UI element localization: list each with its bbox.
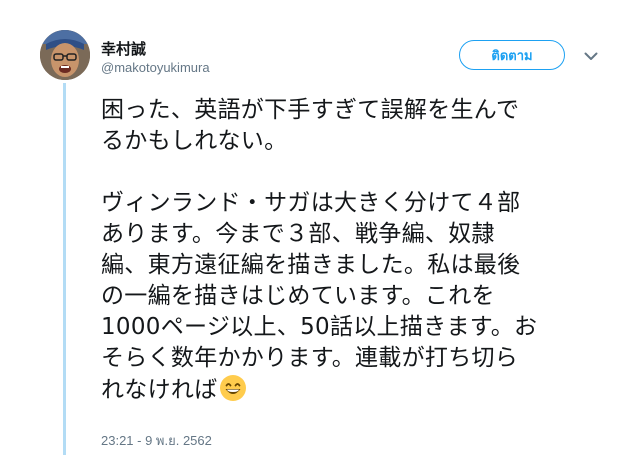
tweet-line: 困った、英語が下手すぎて誤解を生んで: [101, 97, 520, 123]
more-options-button[interactable]: [581, 46, 601, 66]
tweet-text: 困った、英語が下手すぎて誤解を生んで るかもしれない。 ヴィンランド・サガは大き…: [101, 95, 601, 406]
tweet-line: れなければ: [101, 377, 218, 403]
author-display-name[interactable]: 幸村誠: [101, 38, 146, 59]
tweet-timestamp[interactable]: 23:21 - 9 พ.ย. 2562: [101, 430, 212, 451]
tweet-line: 編、東方遠征編を描きました。私は最後: [101, 252, 521, 278]
follow-button[interactable]: ติดตาม: [459, 40, 565, 70]
thread-line: [63, 83, 66, 455]
tweet-last-line: れなければ: [101, 374, 601, 406]
tweet-line: 1000ページ以上、50話以上描きます。お: [101, 314, 538, 340]
tweet-line: の一編を描きはじめています。これを: [101, 283, 495, 309]
tweet-card: 幸村誠 @makotoyukimura ติดตาม 困った、英語が下手すぎて誤…: [0, 0, 640, 455]
tweet-line: そらく数年かかります。連載が打ち切ら: [101, 345, 519, 371]
tweet-line: あります。今まで３部、戦争編、奴隷: [101, 221, 495, 247]
chevron-down-icon: [584, 52, 598, 60]
tweet-line: るかもしれない。: [101, 128, 288, 154]
author-handle[interactable]: @makotoyukimura: [101, 60, 210, 75]
avatar[interactable]: [40, 30, 90, 80]
tweet-line: ヴィンランド・サガは大きく分けて４部: [101, 190, 521, 216]
user-avatar-image: [40, 30, 90, 80]
grinning-face-emoji-icon: [219, 374, 247, 402]
